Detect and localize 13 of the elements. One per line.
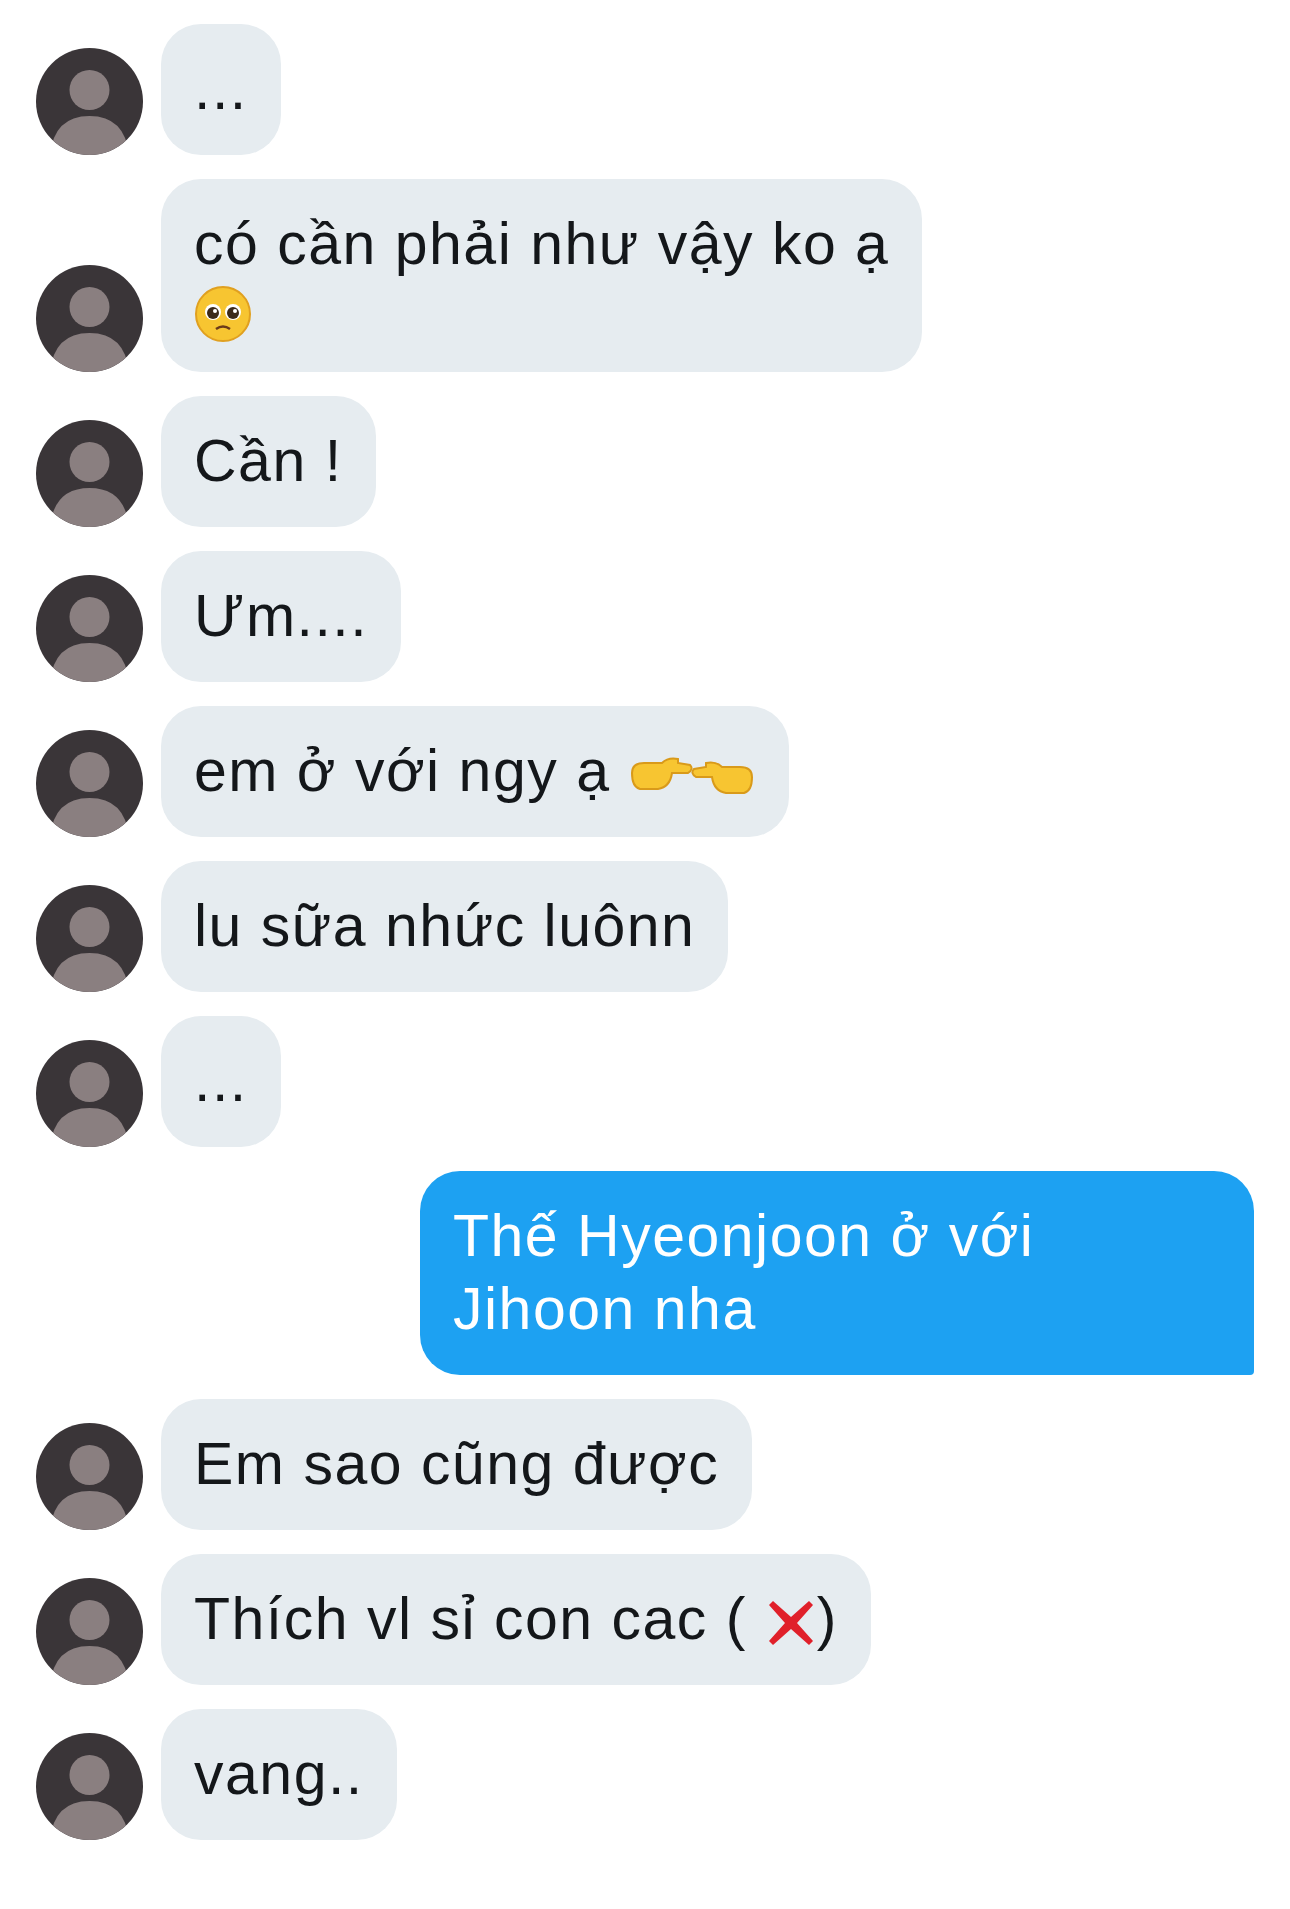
message-text: em ở với ngy ạ xyxy=(194,738,611,804)
message-text: Thích vl sỉ con cac ( xyxy=(194,1586,747,1652)
message-text: Ưm.... xyxy=(194,583,369,649)
message-text: ) xyxy=(816,1586,838,1652)
message-text: lu sữa nhức luônn xyxy=(194,893,696,959)
message-text: vang.. xyxy=(194,1741,364,1807)
message-text: ... xyxy=(194,1048,248,1114)
message-text: Thế Hyeonjoon ở với Jihoon nha xyxy=(453,1203,1035,1342)
message-text: có cần phải như vậy ko ạ xyxy=(194,211,890,277)
message-text: Em sao cũng được xyxy=(194,1431,720,1497)
message-text: ... xyxy=(194,56,248,122)
message-text: Cần ! xyxy=(194,428,343,494)
pleading-face-icon xyxy=(194,285,252,343)
